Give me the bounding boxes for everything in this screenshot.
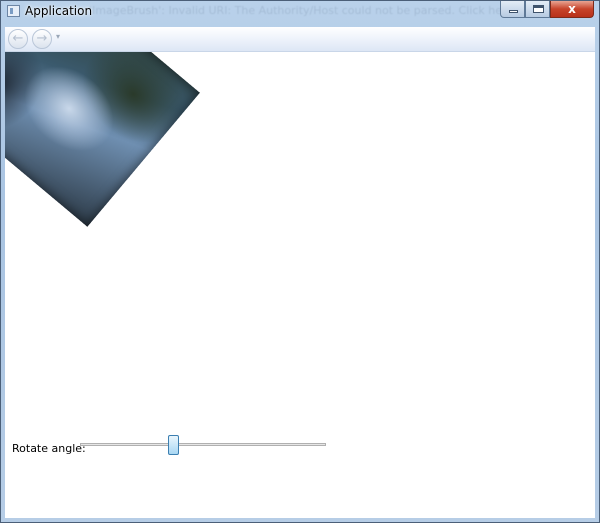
forward-arrow-icon: → [36,31,48,46]
application-window: Application 'ImageBrush': Invalid URI: T… [0,0,600,523]
minimize-button[interactable] [500,1,525,18]
close-button[interactable]: x [550,1,594,18]
content-area: Rotate angle: [5,52,595,518]
navigation-bar: ← → ▾ [5,27,595,52]
window-title: Application [25,4,93,18]
caption-buttons: x [500,1,594,19]
rotate-angle-slider-track[interactable] [80,443,326,446]
maximize-button[interactable] [525,1,550,18]
rotated-photo [5,52,200,227]
app-icon [7,5,20,17]
history-dropdown-icon[interactable]: ▾ [56,32,60,41]
close-icon: x [568,2,576,16]
forward-button[interactable]: → [32,29,52,49]
back-button[interactable]: ← [8,29,28,49]
rotate-angle-slider-thumb[interactable] [167,435,179,455]
slider-label: Rotate angle: [12,442,86,455]
title-bar[interactable]: Application 'ImageBrush': Invalid URI: T… [1,1,599,23]
minimize-icon [509,10,518,13]
maximize-icon [533,5,544,13]
back-arrow-icon: ← [12,31,24,46]
